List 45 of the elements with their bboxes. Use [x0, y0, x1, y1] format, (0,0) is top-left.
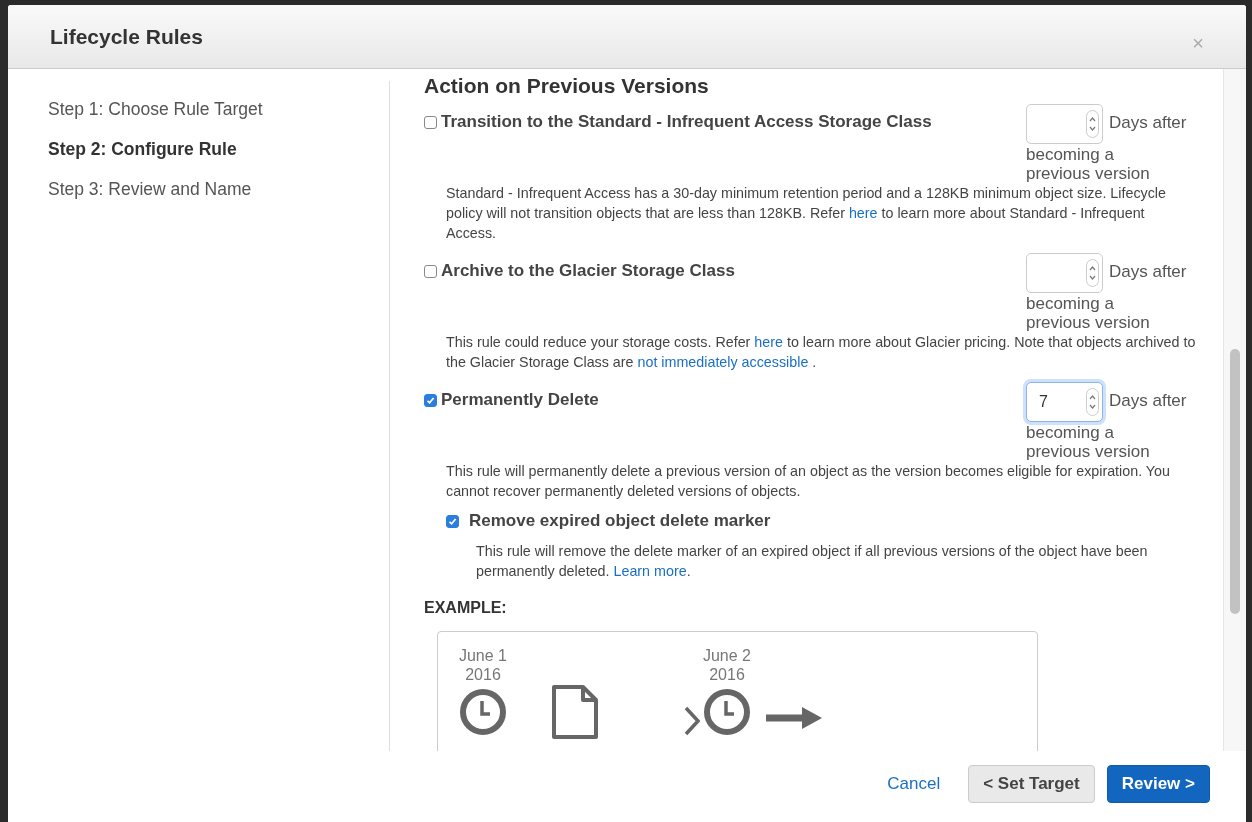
- days-label: Days after: [1109, 113, 1187, 133]
- cancel-link[interactable]: Cancel: [887, 773, 941, 794]
- back-button[interactable]: < Set Target: [968, 764, 1095, 803]
- year-label: 2016: [465, 665, 501, 684]
- checkbox[interactable]: [424, 264, 437, 278]
- step-item[interactable]: Step 3: Review and Name: [48, 179, 389, 200]
- checkbox[interactable]: [424, 393, 437, 407]
- description-text: This rule will remove the delete marker of an expired object if all previous versions of the object have been permanently deleted. Learn more.: [476, 542, 1149, 581]
- description-text: This rule could reduce your storage costs. Refer here to learn more about Glacier pricing. Note that objects archived to the Glacier Storage Class are not immediately accessible .: [446, 333, 1196, 372]
- days-label: Days after: [1109, 391, 1187, 411]
- option-label: Permanently Delete: [441, 390, 599, 410]
- clock-icon: [703, 688, 751, 736]
- option-label: Transition to the Standard - Infrequent Access Storage Class: [441, 112, 932, 132]
- year-label: 2016: [709, 665, 745, 684]
- scrollbar-thumb[interactable]: [1230, 349, 1240, 614]
- scrollbar[interactable]: [1223, 69, 1246, 751]
- option-label: Archive to the Glacier Storage Class: [441, 261, 735, 281]
- spinner-icon[interactable]: [1086, 259, 1099, 287]
- link[interactable]: here: [848, 205, 878, 221]
- spinner-icon[interactable]: [1086, 388, 1099, 416]
- days-note: becoming a previous version: [1026, 294, 1151, 332]
- date-label: June 2: [702, 646, 751, 665]
- description-text: This rule will permanently delete a previous version of an object as the version becomes eligible for expiration. You cannot recover permanently deleted versions of objects.: [446, 462, 1171, 501]
- review-button[interactable]: Review >: [1106, 764, 1210, 803]
- description-text: Standard - Infrequent Access has a 30-day minimum retention period and a 128KB minimum object size. Lifecycle policy will not transition objects that are less than 128KB. Refer here to learn more about Standard - Infrequent Access.: [446, 184, 1167, 243]
- date-label: June 1: [458, 646, 507, 665]
- days-note: becoming a previous version: [1026, 423, 1151, 461]
- checkbox[interactable]: [446, 514, 459, 528]
- example-heading: EXAMPLE:: [424, 599, 508, 617]
- clock-icon: [459, 688, 507, 736]
- link[interactable]: here: [754, 334, 783, 350]
- link[interactable]: Learn more: [613, 563, 687, 579]
- spinner-icon[interactable]: [1086, 110, 1099, 138]
- option-label: Remove expired object delete marker: [469, 511, 771, 531]
- link[interactable]: not immediately accessible: [637, 354, 809, 370]
- step-item[interactable]: Step 2: Configure Rule: [48, 139, 389, 160]
- section-title: Action on Previous Versions: [424, 74, 710, 98]
- step-item[interactable]: Step 1: Choose Rule Target: [48, 99, 389, 120]
- file-icon: [551, 684, 599, 740]
- days-label: Days after: [1109, 262, 1187, 282]
- arrow-icon: [766, 706, 822, 730]
- dialog-title: Lifecycle Rules: [50, 24, 203, 49]
- checkbox[interactable]: [424, 115, 437, 129]
- days-note: becoming a previous version: [1026, 145, 1151, 183]
- chevron-icon: [684, 706, 700, 736]
